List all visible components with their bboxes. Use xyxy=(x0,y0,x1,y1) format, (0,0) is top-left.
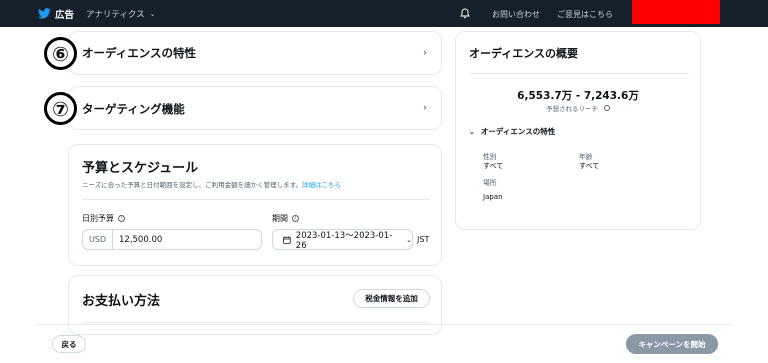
location-value: Japan xyxy=(483,193,503,201)
top-navigation-bar: 広告 アナリティクス ⌄ お問い合わせ ご意見はこちら xyxy=(0,0,768,27)
daily-budget-input[interactable]: USD 12,500.00 xyxy=(82,229,262,250)
chevron-down-icon: ⌄ xyxy=(149,9,156,18)
analytics-menu[interactable]: アナリティクス ⌄ xyxy=(86,8,155,20)
analytics-menu-label: アナリティクス xyxy=(86,9,145,20)
chevron-down-icon: ⌄ xyxy=(406,235,412,244)
footer-divider xyxy=(36,324,732,325)
budget-description: ニーズに合った予算と日付範囲を設定し、ご利用金額を細かく管理します。詳細はこちら xyxy=(82,179,341,189)
chevron-right-icon: › xyxy=(423,47,427,59)
back-button[interactable]: 戻る xyxy=(52,335,86,353)
period-label-text: 期間 xyxy=(272,214,288,223)
period-label: 期間 i xyxy=(272,213,299,224)
step-number-6: ⑥ xyxy=(44,37,77,70)
chevron-down-icon: ⌄ xyxy=(469,127,475,136)
launch-campaign-button[interactable]: キャンペーンを開始 xyxy=(626,334,718,354)
budget-schedule-card: 予算とスケジュール ニーズに合った予算と日付範囲を設定し、ご利用金額を細かく管理… xyxy=(68,144,442,266)
audience-characteristics-label: オーディエンスの特性 xyxy=(480,127,556,136)
feedback-link[interactable]: ご意見はこちら xyxy=(557,9,613,20)
divider xyxy=(82,199,430,200)
daily-budget-label: 日別予算 i xyxy=(82,213,125,224)
date-range-value: 2023-01-13〜2023-01-26 xyxy=(295,230,393,251)
audience-overview-panel: オーディエンスの概要 6,553.7万 - 7,243.6万 予想されるリーチ … xyxy=(455,31,701,230)
chevron-right-icon: › xyxy=(423,102,427,114)
targeting-features-title: ターゲティング機能 xyxy=(82,102,185,116)
gender-label: 性別 xyxy=(483,153,497,161)
estimated-reach-value: 6,553.7万 - 7,243.6万 xyxy=(517,90,639,102)
step-number-7: ⑦ xyxy=(44,92,77,125)
daily-budget-label-text: 日別予算 xyxy=(82,214,114,223)
budget-description-text: ニーズに合った予算と日付範囲を設定し、ご利用金額を細かく管理します。 xyxy=(82,181,303,189)
divider xyxy=(469,73,689,74)
estimated-reach-caption: 予想されるリーチ xyxy=(456,103,700,113)
audience-overview-title: オーディエンスの概要 xyxy=(469,47,579,60)
brand-label: 広告 xyxy=(55,9,75,21)
info-icon[interactable]: i xyxy=(118,215,125,222)
payment-method-card: お支払い方法 税金情報を追加 xyxy=(68,275,442,335)
twitter-bird-icon xyxy=(38,8,51,19)
brand[interactable]: 広告 xyxy=(38,7,74,21)
audience-characteristics-title: オーディエンスの特性 xyxy=(82,46,196,60)
calendar-icon xyxy=(283,235,291,244)
timezone-label: JST xyxy=(417,235,430,244)
age-label: 年齢 xyxy=(579,153,593,161)
divider xyxy=(82,322,430,323)
location-label: 場所 xyxy=(483,179,497,187)
notification-bell-icon[interactable] xyxy=(460,8,470,19)
targeting-features-row[interactable]: ターゲティング機能 › xyxy=(68,86,442,130)
info-icon[interactable] xyxy=(604,105,611,111)
add-tax-info-button[interactable]: 税金情報を追加 xyxy=(353,289,430,308)
budget-title: 予算とスケジュール xyxy=(82,161,199,176)
audience-characteristics-row[interactable]: オーディエンスの特性 › xyxy=(68,31,442,75)
gender-value: すべて xyxy=(483,162,504,170)
audience-characteristics-toggle[interactable]: ⌄ オーディエンスの特性 xyxy=(469,126,555,137)
contact-link[interactable]: お問い合わせ xyxy=(492,9,540,20)
info-icon[interactable]: i xyxy=(292,215,299,222)
redacted-account-area xyxy=(632,0,720,24)
payment-title: お支払い方法 xyxy=(82,294,161,309)
age-value: すべて xyxy=(579,162,600,170)
daily-budget-amount[interactable]: 12,500.00 xyxy=(113,235,162,245)
learn-more-link[interactable]: 詳細はこちら xyxy=(302,181,341,189)
currency-label: USD xyxy=(83,230,113,249)
date-range-picker[interactable]: 2023-01-13〜2023-01-26 ⌄ xyxy=(272,229,413,251)
estimated-reach-caption-text: 予想されるリーチ xyxy=(545,105,598,113)
